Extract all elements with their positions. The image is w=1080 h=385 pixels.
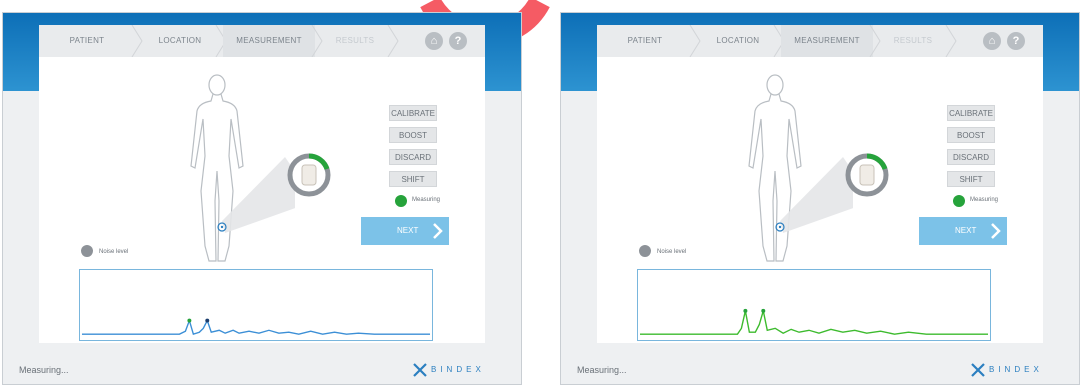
calibrate-button[interactable]: CALIBRATE (389, 105, 437, 121)
noise-level-indicator (639, 245, 651, 257)
step-location[interactable]: LOCATION (139, 25, 221, 57)
chevron-right-icon (433, 223, 443, 239)
screen-left: PATIENT LOCATION MEASUREMENT RESULTS ⌂ ? (2, 12, 522, 385)
boost-button[interactable]: BOOST (389, 127, 437, 143)
signal-trace (639, 310, 989, 335)
signal-graph (79, 269, 433, 341)
signal-trace (81, 318, 431, 336)
step-location[interactable]: LOCATION (697, 25, 779, 57)
measuring-label: Measuring (412, 197, 441, 203)
status-footer-text: Measuring... (577, 365, 627, 375)
home-icon[interactable]: ⌂ (983, 32, 1001, 50)
measuring-label: Measuring (970, 197, 999, 203)
status-footer-text: Measuring... (19, 365, 69, 375)
peak-marker (187, 318, 192, 323)
chevron-separator (945, 25, 957, 57)
step-patient[interactable]: PATIENT (39, 25, 135, 57)
chevron-right-icon (991, 223, 1001, 239)
probe-zoom-icon (845, 153, 889, 197)
help-icon[interactable]: ? (449, 32, 467, 50)
calibrate-button[interactable]: CALIBRATE (947, 105, 995, 121)
measuring-indicator (953, 195, 965, 207)
chevron-separator (387, 25, 399, 57)
step-results[interactable]: RESULTS (321, 25, 389, 57)
help-icon[interactable]: ? (1007, 32, 1025, 50)
bindex-logo-icon (971, 363, 985, 377)
shift-button[interactable]: SHIFT (389, 171, 437, 187)
content-card: PATIENT LOCATION MEASUREMENT RESULTS ⌂ ? (597, 25, 1043, 343)
next-label: NEXT (955, 226, 977, 235)
peak-marker (761, 308, 766, 313)
step-measurement[interactable]: MEASUREMENT (223, 25, 315, 57)
noise-level-label: Noise level (657, 249, 687, 255)
probe-zoom-icon (287, 153, 331, 197)
measuring-indicator (395, 195, 407, 207)
home-icon[interactable]: ⌂ (425, 32, 443, 50)
peak-marker (205, 318, 210, 323)
shift-button[interactable]: SHIFT (947, 171, 995, 187)
content-card: PATIENT LOCATION MEASUREMENT RESULTS ⌂ ? (39, 25, 485, 343)
breadcrumb: PATIENT LOCATION MEASUREMENT RESULTS ⌂ ? (597, 25, 1043, 57)
breadcrumb: PATIENT LOCATION MEASUREMENT RESULTS ⌂ ? (39, 25, 485, 57)
next-button[interactable]: NEXT (361, 217, 449, 245)
body-figure (190, 74, 295, 262)
next-label: NEXT (397, 226, 419, 235)
signal-graph (637, 269, 991, 341)
boost-button[interactable]: BOOST (947, 127, 995, 143)
next-button[interactable]: NEXT (919, 217, 1007, 245)
noise-level-indicator (81, 245, 93, 257)
body-figure (748, 74, 853, 262)
brand-name: BINDEX (989, 365, 1043, 374)
discard-button[interactable]: DISCARD (947, 149, 995, 165)
step-patient[interactable]: PATIENT (597, 25, 693, 57)
step-measurement[interactable]: MEASUREMENT (781, 25, 873, 57)
bindex-logo-icon (413, 363, 427, 377)
step-results[interactable]: RESULTS (879, 25, 947, 57)
peak-marker (743, 308, 748, 313)
screen-right: PATIENT LOCATION MEASUREMENT RESULTS ⌂ ? (560, 12, 1080, 385)
discard-button[interactable]: DISCARD (389, 149, 437, 165)
noise-level-label: Noise level (99, 249, 129, 255)
brand-name: BINDEX (431, 365, 485, 374)
